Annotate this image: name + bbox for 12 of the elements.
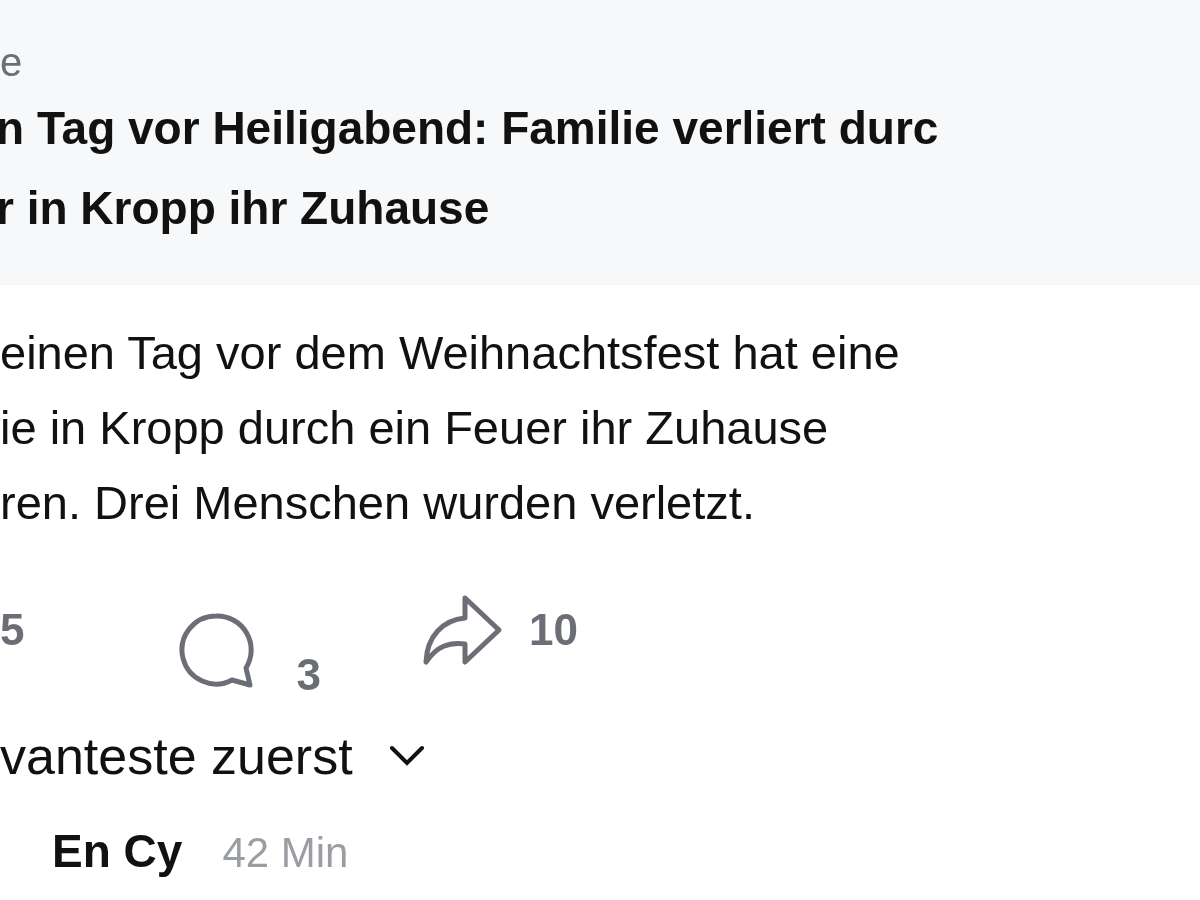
comment-author[interactable]: En Cy: [52, 826, 183, 877]
article-category: e: [0, 39, 23, 86]
sort-dropdown[interactable]: vanteste zuerst: [0, 726, 425, 786]
comment-button[interactable]: 3: [124, 610, 321, 690]
article-teaser: ren. Drei Menschen wurden verletzt.: [0, 475, 755, 531]
speech-bubble-icon: [176, 610, 257, 690]
chevron-down-icon: [388, 745, 425, 767]
share-button[interactable]: 10: [420, 590, 578, 670]
article-teaser: einen Tag vor dem Weihnachtsfest hat eine: [0, 325, 900, 381]
article-teaser: ie in Kropp durch ein Feuer ihr Zuhause: [0, 400, 829, 456]
comment-time: 42 Min: [222, 830, 349, 877]
like-button[interactable]: 5: [0, 590, 25, 670]
